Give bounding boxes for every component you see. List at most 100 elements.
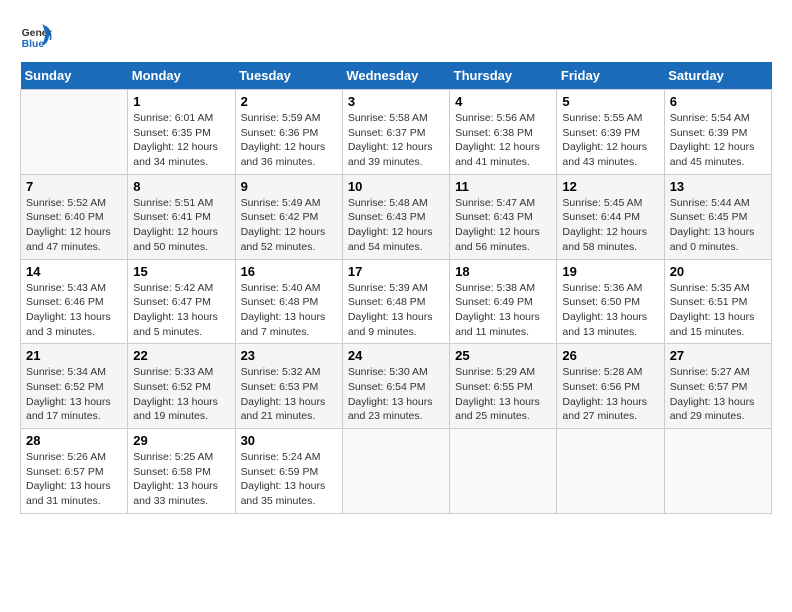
- day-info: Sunrise: 5:39 AMSunset: 6:48 PMDaylight:…: [348, 281, 444, 340]
- calendar-cell: 1 Sunrise: 6:01 AMSunset: 6:35 PMDaylight…: [128, 90, 235, 175]
- day-number: 29: [133, 433, 229, 448]
- calendar-cell: 17 Sunrise: 5:39 AMSunset: 6:48 PMDayligh…: [342, 259, 449, 344]
- day-number: 1: [133, 94, 229, 109]
- calendar-cell: 29 Sunrise: 5:25 AMSunset: 6:58 PMDayligh…: [128, 429, 235, 514]
- weekday-header: Saturday: [664, 62, 771, 90]
- calendar-cell: 9 Sunrise: 5:49 AMSunset: 6:42 PMDaylight…: [235, 174, 342, 259]
- logo-icon: General Blue: [20, 20, 52, 52]
- calendar-cell: [664, 429, 771, 514]
- day-info: Sunrise: 5:32 AMSunset: 6:53 PMDaylight:…: [241, 365, 337, 424]
- weekday-header: Wednesday: [342, 62, 449, 90]
- day-number: 22: [133, 348, 229, 363]
- day-number: 12: [562, 179, 658, 194]
- weekday-header: Friday: [557, 62, 664, 90]
- logo: General Blue: [20, 20, 56, 52]
- svg-text:Blue: Blue: [22, 39, 45, 50]
- day-number: 18: [455, 264, 551, 279]
- day-number: 13: [670, 179, 766, 194]
- day-info: Sunrise: 5:58 AMSunset: 6:37 PMDaylight:…: [348, 111, 444, 170]
- day-number: 25: [455, 348, 551, 363]
- weekday-header: Monday: [128, 62, 235, 90]
- calendar-week-row: 14 Sunrise: 5:43 AMSunset: 6:46 PMDayligh…: [21, 259, 772, 344]
- weekday-header-row: SundayMondayTuesdayWednesdayThursdayFrid…: [21, 62, 772, 90]
- calendar-cell: 14 Sunrise: 5:43 AMSunset: 6:46 PMDayligh…: [21, 259, 128, 344]
- day-info: Sunrise: 5:24 AMSunset: 6:59 PMDaylight:…: [241, 450, 337, 509]
- calendar-cell: 21 Sunrise: 5:34 AMSunset: 6:52 PMDayligh…: [21, 344, 128, 429]
- day-number: 19: [562, 264, 658, 279]
- calendar-cell: 5 Sunrise: 5:55 AMSunset: 6:39 PMDaylight…: [557, 90, 664, 175]
- day-info: Sunrise: 5:47 AMSunset: 6:43 PMDaylight:…: [455, 196, 551, 255]
- day-info: Sunrise: 5:59 AMSunset: 6:36 PMDaylight:…: [241, 111, 337, 170]
- day-number: 16: [241, 264, 337, 279]
- calendar-cell: 7Sunrise: 5:52 AMSunset: 6:40 PMDaylight…: [21, 174, 128, 259]
- day-info: Sunrise: 5:34 AMSunset: 6:52 PMDaylight:…: [26, 365, 122, 424]
- calendar-cell: 25 Sunrise: 5:29 AMSunset: 6:55 PMDayligh…: [450, 344, 557, 429]
- calendar-cell: 2 Sunrise: 5:59 AMSunset: 6:36 PMDaylight…: [235, 90, 342, 175]
- calendar-cell: 4 Sunrise: 5:56 AMSunset: 6:38 PMDaylight…: [450, 90, 557, 175]
- day-number: 4: [455, 94, 551, 109]
- day-number: 11: [455, 179, 551, 194]
- calendar-week-row: 28 Sunrise: 5:26 AMSunset: 6:57 PMDayligh…: [21, 429, 772, 514]
- day-number: 17: [348, 264, 444, 279]
- day-number: 9: [241, 179, 337, 194]
- day-number: 20: [670, 264, 766, 279]
- day-info: Sunrise: 5:26 AMSunset: 6:57 PMDaylight:…: [26, 450, 122, 509]
- day-number: 23: [241, 348, 337, 363]
- day-info: Sunrise: 5:49 AMSunset: 6:42 PMDaylight:…: [241, 196, 337, 255]
- day-number: 6: [670, 94, 766, 109]
- calendar-cell: 19 Sunrise: 5:36 AMSunset: 6:50 PMDayligh…: [557, 259, 664, 344]
- day-info: Sunrise: 5:36 AMSunset: 6:50 PMDaylight:…: [562, 281, 658, 340]
- weekday-header: Tuesday: [235, 62, 342, 90]
- calendar-cell: 23 Sunrise: 5:32 AMSunset: 6:53 PMDayligh…: [235, 344, 342, 429]
- day-info: Sunrise: 5:52 AMSunset: 6:40 PMDaylight:…: [26, 196, 122, 255]
- calendar-cell: 6 Sunrise: 5:54 AMSunset: 6:39 PMDaylight…: [664, 90, 771, 175]
- day-info: Sunrise: 5:43 AMSunset: 6:46 PMDaylight:…: [26, 281, 122, 340]
- calendar-cell: 16 Sunrise: 5:40 AMSunset: 6:48 PMDayligh…: [235, 259, 342, 344]
- calendar-cell: 22Sunrise: 5:33 AMSunset: 6:52 PMDayligh…: [128, 344, 235, 429]
- day-info: Sunrise: 5:28 AMSunset: 6:56 PMDaylight:…: [562, 365, 658, 424]
- day-number: 27: [670, 348, 766, 363]
- calendar-cell: 30 Sunrise: 5:24 AMSunset: 6:59 PMDayligh…: [235, 429, 342, 514]
- day-number: 28: [26, 433, 122, 448]
- day-info: Sunrise: 5:30 AMSunset: 6:54 PMDaylight:…: [348, 365, 444, 424]
- calendar-cell: 3 Sunrise: 5:58 AMSunset: 6:37 PMDaylight…: [342, 90, 449, 175]
- day-info: Sunrise: 5:29 AMSunset: 6:55 PMDaylight:…: [455, 365, 551, 424]
- day-number: 10: [348, 179, 444, 194]
- day-number: 15: [133, 264, 229, 279]
- calendar-cell: 27 Sunrise: 5:27 AMSunset: 6:57 PMDayligh…: [664, 344, 771, 429]
- day-info: Sunrise: 5:48 AMSunset: 6:43 PMDaylight:…: [348, 196, 444, 255]
- day-info: Sunrise: 5:54 AMSunset: 6:39 PMDaylight:…: [670, 111, 766, 170]
- day-info: Sunrise: 5:25 AMSunset: 6:58 PMDaylight:…: [133, 450, 229, 509]
- day-number: 3: [348, 94, 444, 109]
- calendar-cell: 28 Sunrise: 5:26 AMSunset: 6:57 PMDayligh…: [21, 429, 128, 514]
- day-info: Sunrise: 5:38 AMSunset: 6:49 PMDaylight:…: [455, 281, 551, 340]
- calendar-week-row: 21 Sunrise: 5:34 AMSunset: 6:52 PMDayligh…: [21, 344, 772, 429]
- day-info: Sunrise: 5:42 AMSunset: 6:47 PMDaylight:…: [133, 281, 229, 340]
- calendar-cell: 20 Sunrise: 5:35 AMSunset: 6:51 PMDayligh…: [664, 259, 771, 344]
- day-info: Sunrise: 6:01 AMSunset: 6:35 PMDaylight:…: [133, 111, 229, 170]
- day-number: 14: [26, 264, 122, 279]
- day-info: Sunrise: 5:35 AMSunset: 6:51 PMDaylight:…: [670, 281, 766, 340]
- day-number: 2: [241, 94, 337, 109]
- calendar-cell: 18 Sunrise: 5:38 AMSunset: 6:49 PMDayligh…: [450, 259, 557, 344]
- day-number: 26: [562, 348, 658, 363]
- calendar-cell: 13Sunrise: 5:44 AMSunset: 6:45 PMDayligh…: [664, 174, 771, 259]
- day-number: 5: [562, 94, 658, 109]
- calendar-cell: 8 Sunrise: 5:51 AMSunset: 6:41 PMDaylight…: [128, 174, 235, 259]
- day-info: Sunrise: 5:27 AMSunset: 6:57 PMDaylight:…: [670, 365, 766, 424]
- calendar-cell: [557, 429, 664, 514]
- day-number: 30: [241, 433, 337, 448]
- day-number: 8: [133, 179, 229, 194]
- calendar-week-row: 1 Sunrise: 6:01 AMSunset: 6:35 PMDaylight…: [21, 90, 772, 175]
- day-number: 21: [26, 348, 122, 363]
- day-info: Sunrise: 5:45 AMSunset: 6:44 PMDaylight:…: [562, 196, 658, 255]
- calendar-week-row: 7Sunrise: 5:52 AMSunset: 6:40 PMDaylight…: [21, 174, 772, 259]
- day-info: Sunrise: 5:56 AMSunset: 6:38 PMDaylight:…: [455, 111, 551, 170]
- day-info: Sunrise: 5:51 AMSunset: 6:41 PMDaylight:…: [133, 196, 229, 255]
- calendar-cell: 12 Sunrise: 5:45 AMSunset: 6:44 PMDayligh…: [557, 174, 664, 259]
- calendar-cell: [342, 429, 449, 514]
- page-header: General Blue: [20, 20, 772, 52]
- calendar-cell: 24Sunrise: 5:30 AMSunset: 6:54 PMDayligh…: [342, 344, 449, 429]
- day-info: Sunrise: 5:55 AMSunset: 6:39 PMDaylight:…: [562, 111, 658, 170]
- day-info: Sunrise: 5:40 AMSunset: 6:48 PMDaylight:…: [241, 281, 337, 340]
